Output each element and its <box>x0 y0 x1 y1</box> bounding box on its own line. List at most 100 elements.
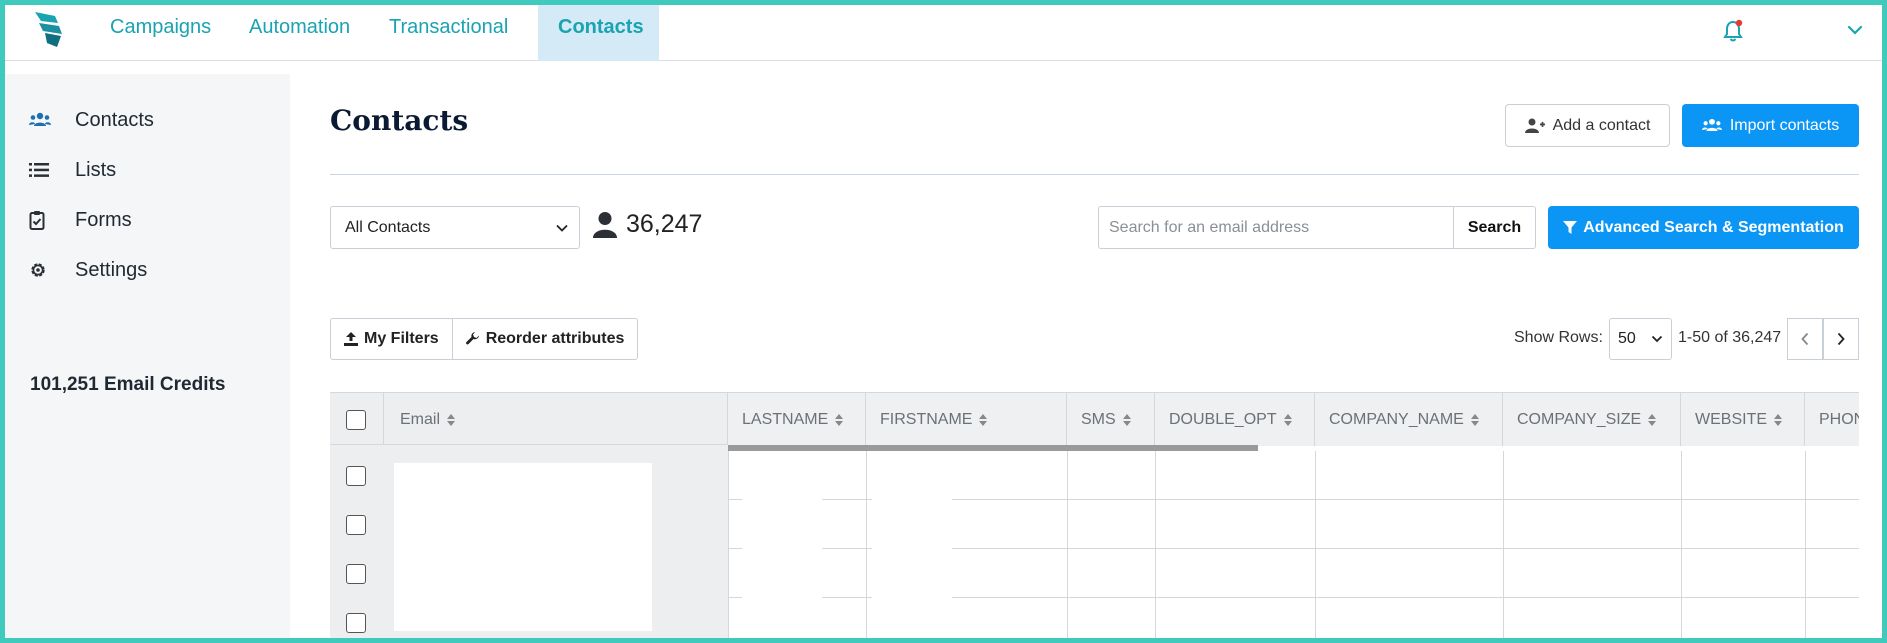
sort-icon <box>1283 413 1292 426</box>
sidebar-item-label: Contacts <box>75 108 154 131</box>
my-filters-button[interactable]: My Filters <box>331 319 452 359</box>
filter-icon <box>1563 220 1578 234</box>
nav-tab-contacts[interactable]: Contacts <box>538 5 659 61</box>
column-header-label: DOUBLE_OPT <box>1169 410 1277 428</box>
chevron-left-icon <box>1801 332 1809 346</box>
nav-tab-campaigns[interactable]: Campaigns <box>90 5 231 61</box>
chevron-down-icon <box>1651 335 1663 343</box>
upload-icon <box>344 332 358 346</box>
sort-icon <box>447 413 456 426</box>
pagination-range: 1-50 of 36,247 <box>1678 329 1782 346</box>
next-page-button[interactable] <box>1823 318 1859 360</box>
add-contact-label: Add a contact <box>1552 116 1651 134</box>
chevron-right-icon <box>1837 332 1845 346</box>
sidebar-item-label: Lists <box>75 158 117 181</box>
reorder-attributes-label: Reorder attributes <box>485 330 625 347</box>
sort-icon <box>979 413 988 426</box>
nav-tab-automation[interactable]: Automation <box>229 5 370 61</box>
clipboard-check-icon <box>29 210 55 230</box>
chevron-down-icon <box>556 224 568 232</box>
row-checkbox[interactable] <box>346 613 366 633</box>
column-divider <box>866 451 867 638</box>
select-all-cell <box>330 393 384 446</box>
rows-per-page-value: 50 <box>1618 330 1636 347</box>
sort-icon <box>1648 413 1657 426</box>
gear-icon <box>29 260 55 280</box>
page-title: Contacts <box>330 104 469 137</box>
nav-tab-transactional[interactable]: Transactional <box>369 5 528 61</box>
sort-icon <box>835 413 844 426</box>
contact-list-select[interactable]: All Contacts <box>330 206 580 249</box>
previous-page-button[interactable] <box>1787 318 1823 360</box>
column-header-label: COMPANY_NAME <box>1329 410 1464 428</box>
contact-count: 36,247 <box>592 210 702 239</box>
bell-icon[interactable] <box>1722 19 1744 43</box>
column-divider <box>1067 451 1068 638</box>
top-navigation: Campaigns Automation Transactional Conta… <box>5 5 1882 61</box>
sidebar: Contacts Lists Forms Settings 101,251 Em… <box>5 74 290 638</box>
firstname-cell <box>872 452 952 638</box>
column-divider <box>1155 451 1156 638</box>
column-divider <box>1681 451 1682 638</box>
advanced-search-button[interactable]: Advanced Search & Segmentation <box>1548 206 1859 249</box>
email-search-input[interactable] <box>1098 206 1454 249</box>
sidebar-item-lists[interactable]: Lists <box>5 150 290 190</box>
users-icon <box>29 110 55 130</box>
user-icon <box>593 211 617 238</box>
column-divider <box>1315 451 1316 638</box>
sort-icon <box>1470 413 1479 426</box>
column-header-company-size[interactable]: COMPANY_SIZE <box>1503 393 1681 446</box>
column-header-sms[interactable]: SMS <box>1067 393 1155 446</box>
chevron-down-icon[interactable] <box>1846 21 1864 39</box>
column-header-label: WEBSITE <box>1695 410 1768 428</box>
reorder-attributes-button[interactable]: Reorder attributes <box>451 319 638 359</box>
wrench-icon <box>465 332 479 345</box>
column-header-firstname[interactable]: FIRSTNAME <box>866 393 1067 446</box>
email-cell <box>394 463 652 631</box>
column-divider <box>1503 451 1504 638</box>
column-header-label: LASTNAME <box>742 410 829 428</box>
column-header-email[interactable]: Email <box>384 393 728 446</box>
import-contacts-label: Import contacts <box>1729 116 1840 134</box>
header-divider <box>330 174 1859 175</box>
search-button[interactable]: Search <box>1453 206 1536 249</box>
rows-per-page-select[interactable]: 50 <box>1609 318 1672 360</box>
add-contact-button[interactable]: Add a contact <box>1505 104 1670 147</box>
column-header-phone[interactable]: PHONE <box>1805 393 1859 446</box>
sidebar-item-forms[interactable]: Forms <box>5 200 290 240</box>
column-divider <box>1805 451 1806 638</box>
sidebar-item-contacts[interactable]: Contacts <box>5 100 290 140</box>
list-icon <box>29 160 55 180</box>
sidebar-item-label: Forms <box>75 208 132 231</box>
sort-icon <box>1774 413 1783 426</box>
column-header-company-name[interactable]: COMPANY_NAME <box>1315 393 1503 446</box>
column-header-website[interactable]: WEBSITE <box>1681 393 1805 446</box>
row-checkbox[interactable] <box>346 466 366 486</box>
advanced-search-label: Advanced Search & Segmentation <box>1583 218 1844 236</box>
table-toolbar: My Filters Reorder attributes <box>330 318 639 360</box>
sidebar-item-settings[interactable]: Settings <box>5 250 290 290</box>
contact-count-value: 36,247 <box>626 210 703 238</box>
table-header: Email LASTNAME FIRSTNAME SMS DOUBLE_OPT … <box>330 392 1859 446</box>
column-header-label: SMS <box>1081 410 1116 428</box>
contact-list-select-value: All Contacts <box>345 218 431 236</box>
show-rows-label: Show Rows: <box>1514 329 1603 346</box>
column-header-lastname[interactable]: LASTNAME <box>728 393 866 446</box>
column-divider <box>728 451 729 638</box>
brevo-logo-icon[interactable] <box>31 9 67 49</box>
sidebar-item-label: Settings <box>75 258 148 281</box>
import-contacts-button[interactable]: Import contacts <box>1682 104 1859 147</box>
horizontal-scrollbar[interactable] <box>728 445 1258 451</box>
users-icon <box>1701 118 1722 131</box>
user-plus-icon <box>1524 118 1545 133</box>
email-credits: 101,251 Email Credits <box>30 374 226 395</box>
contacts-table: Email LASTNAME FIRSTNAME SMS DOUBLE_OPT … <box>330 392 1859 638</box>
column-header-label: PHONE <box>1819 410 1859 428</box>
column-header-label: Email <box>400 410 441 428</box>
select-all-checkbox[interactable] <box>346 409 366 430</box>
row-checkbox[interactable] <box>346 564 366 584</box>
column-header-label: COMPANY_SIZE <box>1517 410 1642 428</box>
column-header-double-opt[interactable]: DOUBLE_OPT <box>1155 393 1315 446</box>
row-checkbox[interactable] <box>346 515 366 535</box>
my-filters-label: My Filters <box>364 330 439 347</box>
